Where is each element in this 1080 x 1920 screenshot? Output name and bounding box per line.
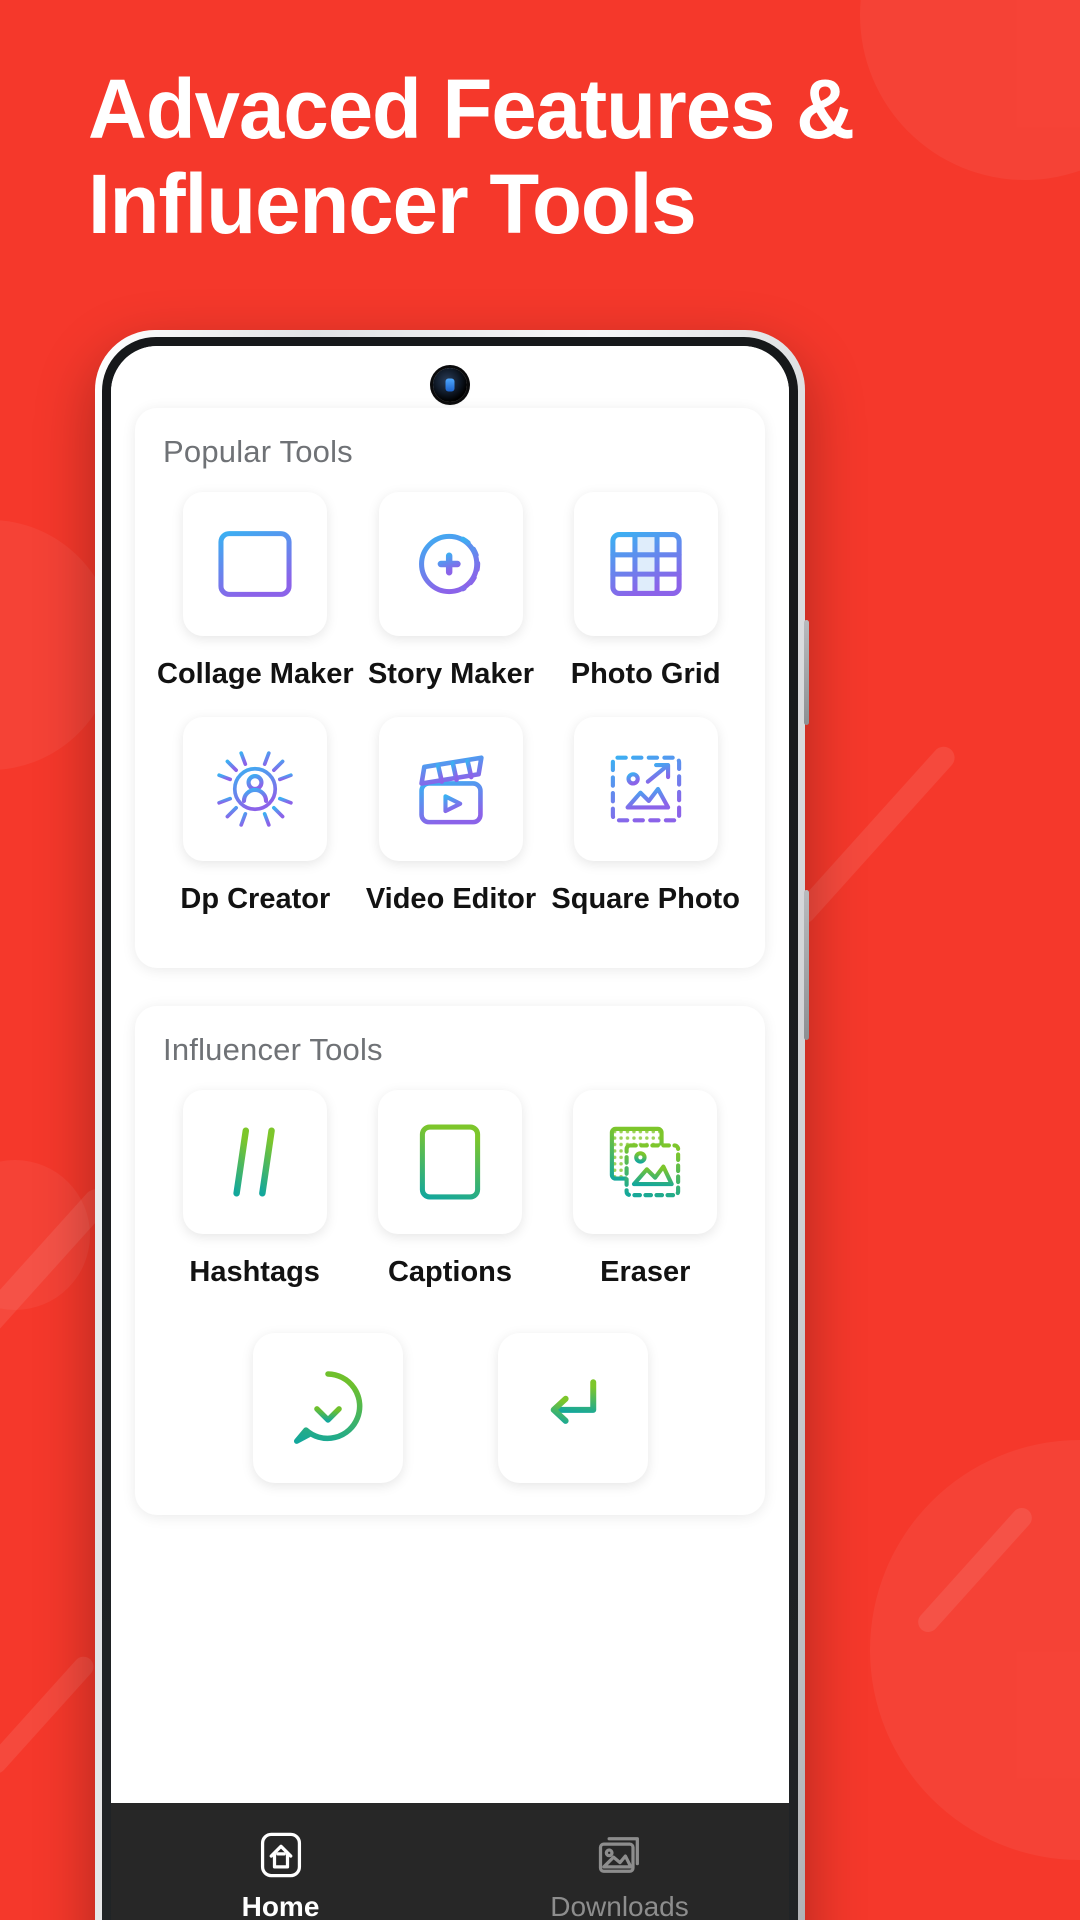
deco-stripe-4 — [914, 1503, 1036, 1637]
tool-icon-box — [252, 1333, 403, 1483]
tool-label: Dp Creator — [180, 883, 331, 915]
tool-label: Hashtags — [189, 1256, 320, 1288]
tool-tile-video-editor[interactable]: Video Editor — [354, 717, 549, 942]
nav-item-downloads[interactable]: Downloads — [450, 1829, 789, 1920]
square-photo-expand-icon — [610, 755, 681, 823]
nav-label: Downloads — [550, 1891, 689, 1920]
repost-arrow-icon — [541, 1379, 604, 1448]
tool-label: Photo Grid — [570, 658, 721, 690]
photo-grid-icon — [610, 532, 682, 596]
deco-stripe-2 — [0, 1652, 98, 1778]
popular-tools-card: Popular Tools Collage Maker Story Maker … — [135, 408, 765, 968]
tool-tile-status-downloader[interactable] — [252, 1333, 403, 1483]
tool-label: Story Maker — [367, 658, 534, 690]
tool-label: Collage Maker — [157, 658, 354, 690]
home-icon — [260, 1832, 301, 1878]
whatsapp-status-download-icon — [293, 1371, 362, 1444]
nav-label: Home — [241, 1891, 320, 1920]
tool-icon-box — [183, 717, 328, 861]
tool-icon-box — [182, 1090, 327, 1234]
downloads-icon — [598, 1837, 639, 1873]
story-circle-plus-icon — [418, 533, 481, 595]
tool-tile-captions[interactable]: Captions — [352, 1090, 547, 1315]
tool-tile-collage-maker[interactable]: Collage Maker — [157, 492, 354, 717]
clapperboard-play-icon — [419, 755, 484, 825]
popular-tools-label: Popular Tools — [163, 434, 353, 469]
phone-power-button — [804, 890, 809, 1040]
headline-line-1: Advaced Features & — [88, 62, 855, 156]
tool-tile-square-photo[interactable]: Square Photo — [548, 717, 743, 942]
tool-tile-photo-grid[interactable]: Photo Grid — [548, 492, 743, 717]
deco-circle-4 — [870, 1440, 1080, 1860]
influencer-tools-grid: Hashtags Captions Eraser — [157, 1090, 743, 1315]
caption-document-icon — [419, 1124, 481, 1200]
tool-label: Square Photo — [551, 883, 740, 915]
influencer-tools-label: Influencer Tools — [163, 1032, 383, 1067]
tool-icon-box — [378, 492, 523, 636]
popular-tools-grid: Collage Maker Story Maker Photo Grid Dp … — [157, 492, 743, 942]
phone-screen: Popular Tools Collage Maker Story Maker … — [111, 346, 789, 1920]
tool-icon-box — [573, 1090, 718, 1234]
tool-tile-story-maker[interactable]: Story Maker — [354, 492, 549, 717]
tool-tile-hashtags[interactable]: Hashtags — [157, 1090, 352, 1315]
app-content: Popular Tools Collage Maker Story Maker … — [111, 346, 789, 1920]
headline-line-2: Influencer Tools — [88, 156, 697, 251]
bottom-navigation-bar: Home Downloads — [111, 1803, 789, 1920]
tool-icon-box — [377, 1090, 522, 1234]
influencer-tools-grid-secondary — [157, 1315, 743, 1489]
tool-icon-box — [497, 1333, 648, 1483]
phone-volume-button — [804, 620, 809, 725]
deco-circle-3 — [0, 1160, 90, 1310]
tool-label: Eraser — [600, 1256, 691, 1288]
phone-mockup: Popular Tools Collage Maker Story Maker … — [95, 330, 809, 1920]
front-camera-punch-hole-icon — [433, 368, 467, 402]
influencer-tools-card: Influencer Tools Hashtags Captions Erase… — [135, 1006, 765, 1515]
eraser-photo-layers-icon — [610, 1126, 681, 1198]
tool-label: Captions — [387, 1256, 513, 1288]
collage-grid-icon — [218, 531, 292, 597]
phone-bezel: Popular Tools Collage Maker Story Maker … — [102, 337, 798, 1920]
tool-icon-box — [573, 492, 718, 636]
dp-sunburst-avatar-icon — [214, 748, 296, 830]
tool-icon-box — [183, 492, 328, 636]
deco-stripe-3 — [788, 742, 960, 928]
tool-tile-repost[interactable] — [497, 1333, 648, 1483]
promo-headline: Advaced Features & Influencer Tools — [88, 62, 961, 252]
tool-icon-box — [378, 717, 523, 861]
hashtag-icon — [220, 1127, 286, 1197]
tool-tile-eraser[interactable]: Eraser — [548, 1090, 743, 1315]
tool-tile-dp-creator[interactable]: Dp Creator — [157, 717, 354, 942]
nav-item-home[interactable]: Home — [111, 1829, 450, 1920]
tool-label: Video Editor — [365, 883, 537, 915]
tool-icon-box — [573, 717, 718, 861]
